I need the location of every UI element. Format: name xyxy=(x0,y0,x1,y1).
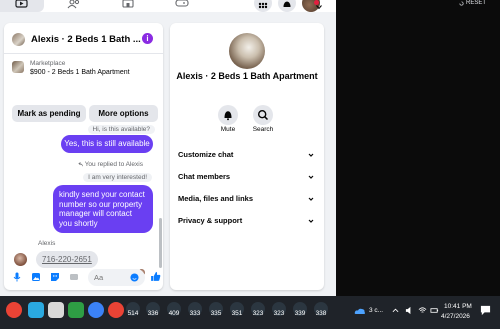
message-composer xyxy=(4,266,163,290)
listing-photo[interactable] xyxy=(229,33,265,69)
chat-listing-thumbnail[interactable] xyxy=(12,33,25,46)
clock-time[interactable]: 10:41 PM xyxy=(444,303,472,310)
taskbar-badge: 323 xyxy=(273,310,285,317)
nav-tab-video-active[interactable] xyxy=(0,0,44,12)
section-privacy-support[interactable]: Privacy & support xyxy=(178,216,316,230)
chevron-down-icon xyxy=(308,197,314,201)
search-label: Search xyxy=(252,126,274,133)
search-button[interactable] xyxy=(253,105,273,125)
windows-taskbar: 514 336 409 333 335 351 323 323 339 338 … xyxy=(0,296,500,329)
notifications-button[interactable] xyxy=(278,0,296,12)
search-icon xyxy=(257,109,269,121)
reset-icon xyxy=(459,1,464,5)
section-customize-chat[interactable]: Customize chat xyxy=(178,150,316,164)
info-icon: i xyxy=(146,34,149,43)
chrome-icon[interactable] xyxy=(6,302,22,318)
tray-label[interactable]: 3 c... xyxy=(369,307,383,314)
app-icon[interactable] xyxy=(28,302,44,318)
taskbar-badge: 339 xyxy=(294,310,306,317)
listing-thumbnail xyxy=(12,61,24,73)
top-nav-bar xyxy=(0,0,336,12)
friends-icon[interactable] xyxy=(65,0,83,10)
more-options-button[interactable]: More options xyxy=(89,105,158,122)
image-icon[interactable] xyxy=(31,272,41,282)
mark-as-pending-button[interactable]: Mark as pending xyxy=(12,105,86,122)
message-list[interactable]: Hi, is this available? Yes, this is stil… xyxy=(4,125,163,276)
section-label: Customize chat xyxy=(178,150,234,159)
section-label: Chat members xyxy=(178,172,231,181)
chevron-down-icon xyxy=(308,153,314,157)
taskbar-badge: 335 xyxy=(210,310,222,317)
sender-avatar[interactable] xyxy=(14,253,27,266)
chat-title[interactable]: Alexis · 2 Beds 1 Bath ... xyxy=(31,34,141,45)
network-icon[interactable] xyxy=(418,306,427,315)
conversation-info-panel: Alexis · 2 Beds 1 Bath Apartment Mute Se… xyxy=(170,23,324,290)
reset-label: RESET xyxy=(465,0,486,6)
section-chat-members[interactable]: Chat members xyxy=(178,172,316,186)
mute-label: Mute xyxy=(220,126,236,133)
bell-icon xyxy=(224,111,232,121)
info-title: Alexis · 2 Beds 1 Bath Apartment xyxy=(176,71,318,81)
listing-source: Marketplace xyxy=(30,60,66,67)
quoted-outgoing-message: I am very interested! xyxy=(83,173,152,182)
outgoing-message: Yes, this is still available xyxy=(61,135,153,153)
menu-button[interactable] xyxy=(254,0,272,12)
reply-note: You replied to Alexis xyxy=(78,161,143,168)
reply-note-text: You replied to Alexis xyxy=(84,161,143,168)
taskbar-badge: 409 xyxy=(168,310,180,317)
chat-scrollbar[interactable] xyxy=(159,218,162,268)
quoted-incoming-message: Hi, is this available? xyxy=(87,125,155,134)
chat-window: Alexis · 2 Beds 1 Bath ... i Marketplace… xyxy=(4,23,163,290)
outgoing-message: kindly send your contact number so our p… xyxy=(53,185,153,233)
emoji-icon[interactable] xyxy=(130,273,139,282)
reset-button[interactable]: RESET xyxy=(459,0,486,6)
notification-center-icon[interactable] xyxy=(480,305,491,316)
gif-icon[interactable] xyxy=(69,272,79,282)
sticker-icon[interactable] xyxy=(50,272,60,282)
desktop-dark-area: RESET xyxy=(336,0,500,296)
notification-dot xyxy=(314,0,319,5)
taskbar-badge: 351 xyxy=(231,310,243,317)
section-label: Media, files and links xyxy=(178,194,254,203)
chevron-up-icon[interactable] xyxy=(392,307,399,314)
mute-button[interactable] xyxy=(218,105,238,125)
weather-icon[interactable] xyxy=(354,306,366,316)
app-icon[interactable] xyxy=(48,302,64,318)
section-label: Privacy & support xyxy=(178,216,243,225)
info-button[interactable]: i xyxy=(142,33,153,44)
listing-price: $900 - 2 Beds 1 Bath Apartment xyxy=(30,69,130,76)
section-media-files-links[interactable]: Media, files and links xyxy=(178,194,316,208)
video-icon xyxy=(15,0,28,8)
gaming-icon[interactable] xyxy=(173,0,191,10)
listing-summary[interactable]: Marketplace $900 - 2 Beds 1 Bath Apartme… xyxy=(4,56,163,104)
like-icon[interactable] xyxy=(150,271,161,282)
battery-icon[interactable] xyxy=(430,306,439,315)
sender-name: Alexis xyxy=(38,240,56,247)
bell-icon xyxy=(283,1,291,7)
taskbar-badge: 333 xyxy=(189,310,201,317)
taskbar-badge: 336 xyxy=(147,310,159,317)
taskbar-badge: 338 xyxy=(315,310,327,317)
microphone-icon[interactable] xyxy=(12,272,22,282)
taskbar-badge: 323 xyxy=(252,310,264,317)
chrome-icon[interactable] xyxy=(108,302,124,318)
taskbar-badge: 514 xyxy=(127,310,139,317)
reply-icon xyxy=(78,162,83,167)
chat-header: Alexis · 2 Beds 1 Bath ... i xyxy=(4,23,163,54)
chevron-down-icon xyxy=(308,175,314,179)
clock-date[interactable]: 4/27/2026 xyxy=(441,313,470,320)
marketplace-icon[interactable] xyxy=(119,0,137,10)
chevron-down-icon xyxy=(308,219,314,223)
app-icon[interactable] xyxy=(88,302,104,318)
grid-menu-icon xyxy=(258,2,268,9)
speaker-icon[interactable] xyxy=(405,306,414,315)
app-icon[interactable] xyxy=(68,302,84,318)
